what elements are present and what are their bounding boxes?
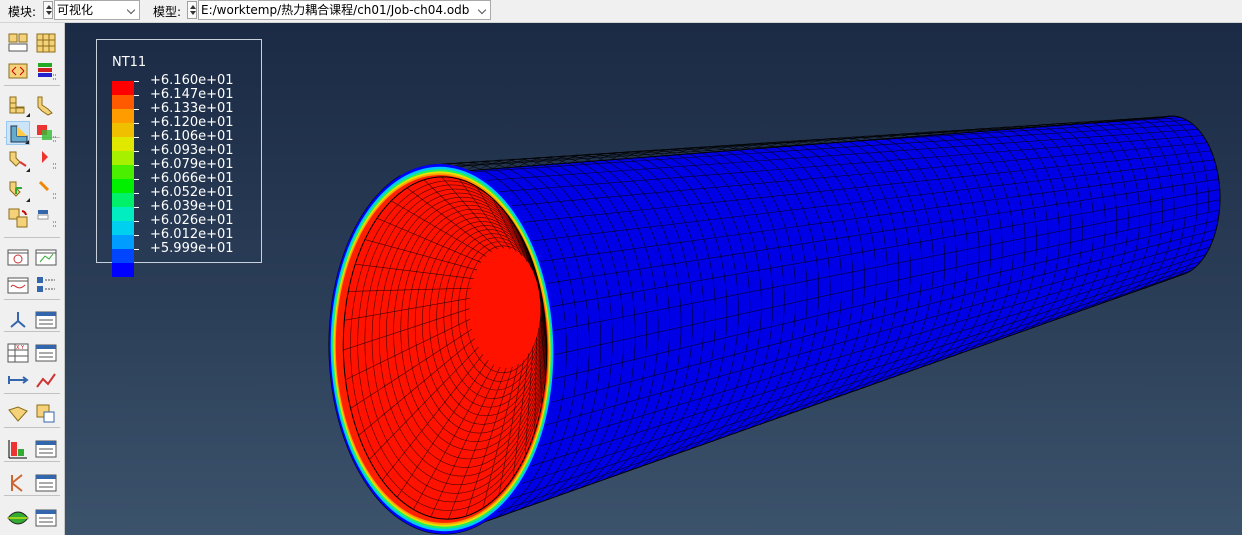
legend-value: +6.026e+01: [150, 213, 234, 228]
symbol-plot-icon[interactable]: [6, 148, 30, 172]
legend-value: +6.133e+01: [150, 101, 234, 116]
legend-tick: [134, 221, 139, 222]
orientation-options-icon[interactable]: [34, 178, 58, 202]
legend-tick: [134, 179, 139, 180]
results-options-icon[interactable]: [34, 206, 58, 230]
material-orientation-icon[interactable]: [6, 178, 30, 202]
legend-tick: [134, 109, 139, 110]
stream-manager-icon[interactable]: [34, 471, 58, 495]
context-bar: 模块: 可视化 模型: E:/worktemp/热力耦合课程/ch01/Job-…: [0, 0, 1242, 23]
toolbox-separator: [4, 427, 60, 428]
legend-tick: [134, 151, 139, 152]
path-icon[interactable]: [6, 368, 30, 392]
legend-swatch: [112, 81, 134, 95]
view-cut-icon[interactable]: [6, 308, 30, 332]
toolbox: X Y: [0, 23, 65, 535]
free-body-icon[interactable]: [6, 402, 30, 426]
display-group-icon[interactable]: [6, 506, 30, 530]
viewport[interactable]: NT11 +6.160e+01 +6.147e+01 +6.133e+01 +6.12…: [65, 23, 1242, 535]
legend-tick: [134, 81, 139, 82]
legend-value: +6.160e+01: [150, 73, 234, 88]
report-manager-icon[interactable]: [34, 437, 58, 461]
toolbox-separator: [4, 393, 60, 394]
legend-swatch: [112, 193, 134, 207]
deformed-shape-icon[interactable]: [34, 93, 58, 117]
toolbox-separator: [4, 495, 60, 496]
module-spinner[interactable]: [43, 1, 53, 19]
module-label: 模块:: [8, 5, 37, 19]
model-spinner[interactable]: [187, 1, 197, 19]
contour-legend: NT11 +6.160e+01 +6.147e+01 +6.133e+01 +6.12…: [96, 39, 262, 277]
svg-text:X Y: X Y: [16, 345, 25, 351]
animate-history-icon[interactable]: [6, 273, 30, 297]
legend-swatch: [112, 165, 134, 179]
animate-time-icon[interactable]: [34, 245, 58, 269]
model-select-value: E:/worktemp/热力耦合课程/ch01/Job-ch04.odb: [201, 3, 470, 17]
model-select[interactable]: E:/worktemp/热力耦合课程/ch01/Job-ch04.odb: [198, 0, 491, 20]
undeformed-shape-icon[interactable]: [6, 93, 30, 117]
path-chart-icon[interactable]: [34, 368, 58, 392]
legend-value: +6.147e+01: [150, 87, 234, 102]
legend-swatch: [112, 123, 134, 137]
legend-tick: [134, 123, 139, 124]
legend-value: +6.012e+01: [150, 227, 234, 242]
toolbox-separator: [4, 237, 60, 238]
legend-tick: [134, 137, 139, 138]
toolbox-separator: [4, 299, 60, 300]
legend-swatch: [112, 249, 134, 263]
toolbox-separator: [4, 461, 60, 462]
symbol-options-icon[interactable]: [34, 148, 58, 172]
report-field-icon[interactable]: [6, 437, 30, 461]
display-group-manager-icon[interactable]: [34, 506, 58, 530]
animation-options-icon[interactable]: [34, 273, 58, 297]
view-cut-manager-icon[interactable]: [34, 308, 58, 332]
toolbox-separator: [4, 85, 60, 86]
legend-swatch: [112, 263, 134, 277]
legend-tick: [134, 95, 139, 96]
legend-value: +6.120e+01: [150, 115, 234, 130]
grid-layout-icon[interactable]: [34, 31, 58, 55]
animate-scale-icon[interactable]: [6, 245, 30, 269]
legend-swatch: [112, 95, 134, 109]
contour-options-icon[interactable]: [34, 121, 58, 145]
swap-results-icon[interactable]: [6, 206, 30, 230]
layer-stack-icon[interactable]: [34, 59, 58, 83]
legend-swatch: [112, 179, 134, 193]
legend-value: +6.079e+01: [150, 157, 234, 172]
chevron-down-icon[interactable]: [125, 1, 139, 19]
xy-data-icon[interactable]: X Y: [6, 341, 30, 365]
free-body-manager-icon[interactable]: [34, 402, 58, 426]
xy-data-manager-icon[interactable]: [34, 341, 58, 365]
legend-value: +6.039e+01: [150, 199, 234, 214]
probe-arrows-icon[interactable]: [6, 59, 30, 83]
legend-tick: [134, 193, 139, 194]
model-label: 模型:: [153, 5, 182, 19]
legend-swatch: [112, 235, 134, 249]
chevron-down-icon[interactable]: [476, 1, 490, 19]
legend-swatch: [112, 221, 134, 235]
contour-plot-icon[interactable]: [6, 121, 30, 145]
legend-swatch: [112, 109, 134, 123]
legend-tick: [134, 165, 139, 166]
legend-value: +5.999e+01: [150, 241, 234, 256]
stream-icon[interactable]: [6, 471, 30, 495]
legend-value: +6.066e+01: [150, 171, 234, 186]
module-select[interactable]: 可视化: [54, 0, 140, 20]
legend-tick: [134, 235, 139, 236]
legend-swatch: [112, 137, 134, 151]
legend-tick: [134, 207, 139, 208]
legend-tick: [134, 249, 139, 250]
legend-swatch: [112, 151, 134, 165]
module-select-value: 可视化: [57, 3, 94, 17]
legend-value: +6.093e+01: [150, 143, 234, 158]
legend-swatch: [112, 207, 134, 221]
legend-value: +6.106e+01: [150, 129, 234, 144]
legend-title: NT11: [112, 55, 147, 70]
legend-value: +6.052e+01: [150, 185, 234, 200]
numbering-icon[interactable]: [6, 31, 30, 55]
